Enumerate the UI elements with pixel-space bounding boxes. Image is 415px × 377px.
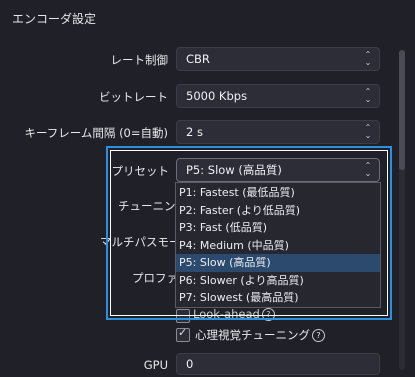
- preset-option-p1[interactable]: P1: Fastest (最低品質): [176, 184, 380, 202]
- chevron-updown-icon: ⌃ ⌄: [364, 161, 372, 178]
- chevron-updown-icon: ⌃ ⌄: [364, 50, 372, 67]
- check-icon: ✓: [178, 326, 188, 339]
- spin-arrows-icon[interactable]: ⌃ ⌄: [361, 87, 375, 105]
- help-icon[interactable]: ?: [261, 308, 275, 321]
- preset-option-p4[interactable]: P4: Medium (中品質): [176, 237, 380, 255]
- preset-label: プリセット: [111, 164, 170, 178]
- preset-option-p6[interactable]: P6: Slower (より高品質): [176, 272, 380, 290]
- lookahead-checkbox[interactable]: [176, 309, 190, 323]
- gpu-label: GPU: [143, 358, 168, 372]
- encoder-settings-panel: エンコーダ設定 レート制御 CBR ⌃ ⌄ ビットレート 5000 Kbps ⌃ ⌄…: [0, 0, 415, 377]
- preset-dropdown-list[interactable]: P1: Fastest (最低品質) P2: Faster (より低品質) P3…: [175, 182, 381, 308]
- scrollbar-thumb[interactable]: [399, 50, 405, 170]
- section-title: エンコーダ設定: [12, 12, 97, 26]
- bitrate-spinbox[interactable]: 5000 Kbps ⌃ ⌄: [176, 84, 380, 108]
- keyframe-spinbox[interactable]: 2 s ⌃ ⌄: [176, 120, 380, 144]
- preset-value: P5: Slow (高品質): [186, 163, 282, 177]
- rate-control-select[interactable]: CBR ⌃ ⌄: [176, 47, 380, 71]
- spin-arrows-icon[interactable]: ⌃ ⌄: [361, 123, 375, 141]
- gpu-spinbox[interactable]: 0: [176, 353, 380, 375]
- gpu-value: 0: [186, 357, 194, 371]
- preset-option-p7[interactable]: P7: Slowest (最高品質): [176, 289, 380, 307]
- preset-option-p3[interactable]: P3: Fast (低品質): [176, 219, 380, 237]
- rate-control-value: CBR: [186, 52, 210, 66]
- preset-option-p5[interactable]: P5: Slow (高品質): [176, 254, 380, 272]
- preset-option-p2[interactable]: P2: Faster (より低品質): [176, 202, 380, 220]
- keyframe-value: 2 s: [186, 125, 203, 139]
- vertical-scrollbar[interactable]: [399, 50, 405, 370]
- bitrate-label: ビットレート: [99, 90, 168, 104]
- lookahead-label: Look-ahead?: [193, 307, 275, 321]
- psycho-visual-checkbox[interactable]: ✓: [176, 326, 190, 342]
- rate-control-label: レート制御: [110, 53, 169, 67]
- psycho-visual-label: 心理視覚チューニング?: [195, 327, 325, 343]
- keyframe-label: キーフレーム間隔 (0=自動): [24, 126, 168, 140]
- bitrate-value: 5000 Kbps: [186, 89, 248, 103]
- help-icon[interactable]: ?: [312, 329, 325, 342]
- preset-select[interactable]: P5: Slow (高品質) ⌃ ⌄: [176, 158, 380, 182]
